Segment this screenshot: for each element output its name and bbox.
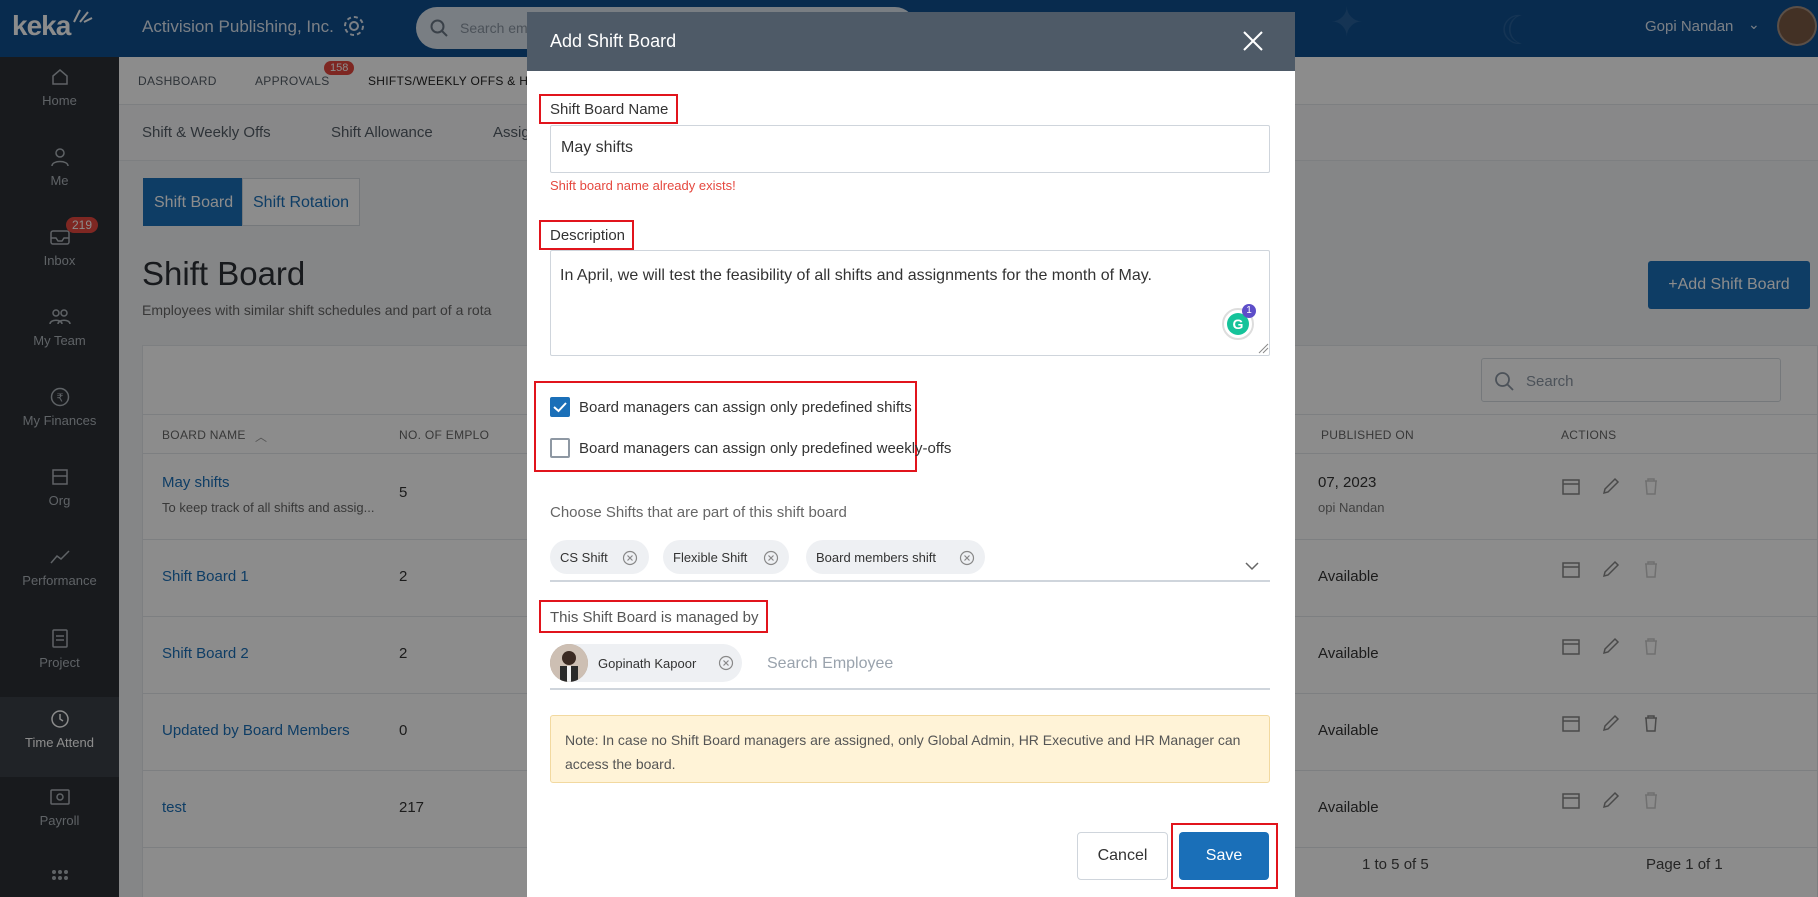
shift-chip: Flexible Shift (663, 540, 789, 574)
managed-by-label: This Shift Board is managed by (550, 609, 759, 626)
add-shift-board-dialog: Add Shift Board Shift Board Name May shi… (527, 12, 1295, 897)
checkbox-predefined-weekly-offs-label[interactable]: Board managers can assign only predefine… (579, 440, 951, 457)
avatar (550, 644, 588, 682)
shift-chip: CS Shift (550, 540, 649, 574)
grammarly-icon[interactable]: G 1 (1222, 304, 1256, 340)
note-banner: Note: In case no Shift Board managers ar… (550, 715, 1270, 783)
cancel-button[interactable]: Cancel (1077, 832, 1168, 880)
name-error-message: Shift board name already exists! (550, 178, 736, 193)
checkbox-predefined-shifts[interactable] (550, 397, 570, 417)
dialog-title: Add Shift Board (550, 31, 677, 51)
note-text: Note: In case no Shift Board managers ar… (565, 732, 1241, 772)
save-button[interactable]: Save (1179, 832, 1269, 880)
shift-chip-label: CS Shift (560, 550, 608, 565)
checkmark-icon (553, 402, 567, 413)
chevron-down-icon[interactable] (1245, 561, 1259, 571)
avatar-image (550, 644, 588, 682)
manager-name: Gopinath Kapoor (598, 656, 697, 671)
managers-field-underline (550, 688, 1270, 690)
remove-chip-icon[interactable] (622, 550, 638, 566)
close-icon[interactable] (1240, 28, 1266, 54)
dialog-header: Add Shift Board (527, 12, 1295, 71)
resize-handle-icon[interactable] (1257, 342, 1269, 354)
shift-board-name-label: Shift Board Name (550, 101, 669, 118)
checkbox-predefined-shifts-label[interactable]: Board managers can assign only predefine… (579, 399, 912, 416)
description-text: In April, we will test the feasibility o… (560, 267, 1152, 284)
shift-board-name-input[interactable]: May shifts (550, 125, 1270, 173)
manager-chip: Gopinath Kapoor (550, 644, 742, 682)
grammarly-badge: 1 (1242, 304, 1256, 318)
choose-shifts-label: Choose Shifts that are part of this shif… (550, 504, 847, 521)
description-label: Description (550, 227, 626, 244)
remove-chip-icon[interactable] (959, 550, 975, 566)
shift-chip: Board members shift (806, 540, 985, 574)
shifts-field-underline[interactable] (550, 580, 1270, 582)
highlight-box (534, 381, 917, 472)
remove-chip-icon[interactable] (718, 655, 734, 671)
employee-search-input[interactable]: Search Employee (767, 655, 893, 673)
shift-chip-label: Flexible Shift (673, 550, 748, 565)
shift-chip-label: Board members shift (816, 550, 936, 565)
description-textarea[interactable] (550, 250, 1270, 356)
checkbox-predefined-weekly-offs[interactable] (550, 438, 570, 458)
remove-chip-icon[interactable] (763, 550, 779, 566)
